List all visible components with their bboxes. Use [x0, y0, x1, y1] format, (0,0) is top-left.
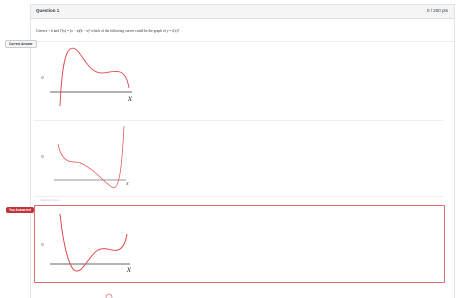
next-radio-peek: [105, 293, 113, 298]
option-separator: [34, 120, 444, 121]
curve: [59, 213, 128, 272]
option-3-radio[interactable]: [41, 243, 44, 246]
question-title: Question 1: [36, 8, 60, 13]
x-axis-label: x: [125, 181, 129, 187]
option-2-graph[interactable]: x: [52, 124, 136, 190]
option-1-radio[interactable]: [41, 76, 44, 79]
curve: [57, 125, 125, 189]
correct-answer-tag: Correct Answer: [5, 40, 37, 48]
question-header: Question 1 0 / 200 pts: [31, 5, 454, 19]
option-3-graph[interactable]: x: [48, 210, 138, 276]
x-axis-label: x: [126, 264, 131, 274]
option-separator: [34, 196, 444, 197]
selected-hint: Selected option: [40, 198, 60, 202]
question-points: 0 / 200 pts: [426, 8, 448, 13]
option-1-graph[interactable]: x: [48, 44, 138, 107]
option-2-radio[interactable]: [41, 155, 44, 158]
question-text: Given a < b and f′(x) = (x − a)(b − x)² …: [36, 29, 180, 33]
you-answered-tag: You Answered: [6, 207, 34, 213]
curve: [59, 47, 130, 107]
x-axis-label: x: [127, 93, 132, 103]
divider: [31, 41, 454, 42]
